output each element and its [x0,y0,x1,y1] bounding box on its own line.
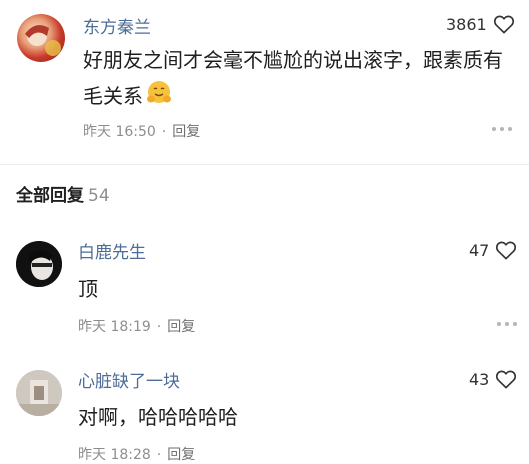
comment-meta: 昨天 18:19 · 回复 [78,316,195,336]
author-name[interactable]: 东方秦兰 [83,13,151,38]
more-options-icon[interactable] [492,127,512,131]
separator-dot: · [156,447,162,463]
reply-button[interactable]: 回复 [172,124,200,140]
separator-dot: · [161,124,167,140]
timestamp: 昨天 18:28 [78,447,151,463]
like-button[interactable]: 43 [469,369,517,389]
like-button[interactable]: 3861 [446,14,515,34]
avatar[interactable] [16,370,62,416]
more-options-icon[interactable] [497,322,517,326]
heart-icon [496,241,517,260]
avatar[interactable] [16,241,62,287]
heart-icon [496,370,517,389]
reply-button[interactable]: 回复 [167,319,195,335]
hug-emoji-icon [145,78,173,117]
divider [0,164,529,165]
timestamp: 昨天 18:19 [78,319,151,335]
reply-button[interactable]: 回复 [167,447,195,463]
heart-icon [493,15,514,34]
replies-header: 全部回复 54 [16,181,110,206]
timestamp: 昨天 16:50 [83,124,156,140]
comment-text: 对啊，哈哈哈哈哈 [78,405,238,429]
replies-title: 全部回复 [16,186,84,206]
replies-count: 54 [88,186,110,206]
avatar[interactable] [17,14,65,62]
like-count: 43 [469,369,490,389]
like-count: 3861 [446,14,487,34]
author-name[interactable]: 白鹿先生 [78,238,146,263]
author-name[interactable]: 心脏缺了一块 [78,367,180,392]
comment-meta: 昨天 18:28 · 回复 [78,444,195,464]
comment-meta: 昨天 16:50 · 回复 [83,121,200,141]
like-count: 47 [469,240,490,260]
comment-text: 好朋友之间才会毫不尴尬的说出滚字，跟素质有毛关系 [83,42,513,117]
like-button[interactable]: 47 [469,240,517,260]
comment-text: 顶 [78,277,98,301]
separator-dot: · [156,319,162,335]
